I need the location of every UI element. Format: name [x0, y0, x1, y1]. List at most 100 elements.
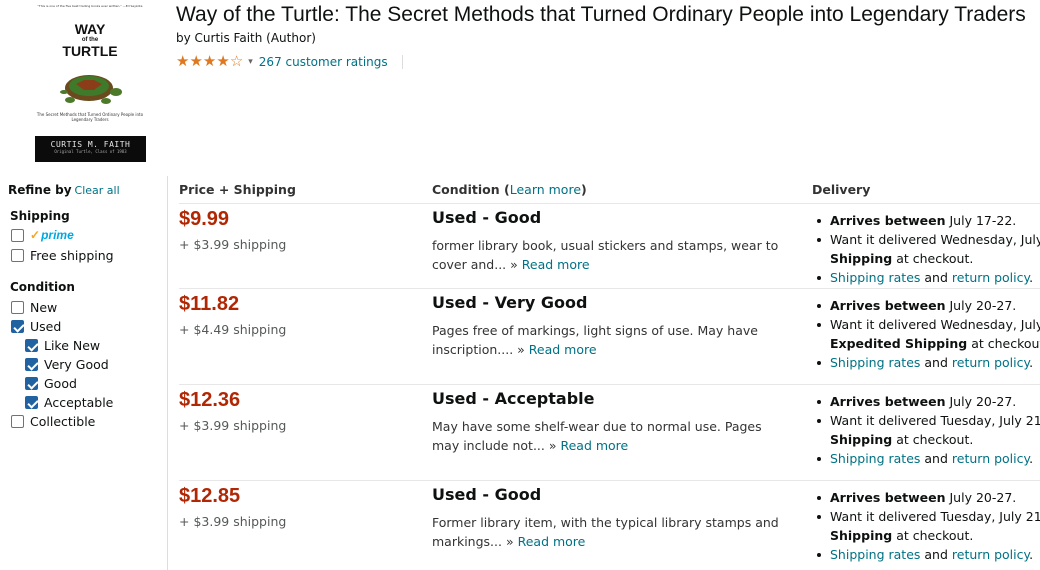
delivery-links: Shipping rates and return policy. [812, 449, 1040, 468]
cover-author-band: CURTIS M. FAITH Original Turtle, Class o… [35, 136, 146, 162]
product-title[interactable]: Way of the Turtle: The Secret Methods th… [176, 3, 1026, 27]
offer-delivery: Arrives between July 20-27. Want it deli… [812, 296, 1040, 372]
clear-all-link[interactable]: Clear all [75, 184, 120, 197]
return-policy-link[interactable]: return policy [952, 547, 1029, 562]
cover-title-line1: WAY [74, 21, 106, 37]
offer-delivery: Arrives between July 20-27. Want it deli… [812, 392, 1040, 468]
prime-filter[interactable]: ✓prime [11, 228, 74, 242]
offer-price: $12.36 [179, 389, 241, 411]
divider [179, 203, 1040, 204]
condition-label: New [30, 300, 58, 315]
condition-label: Like New [44, 338, 101, 353]
read-more-link[interactable]: Read more [518, 534, 586, 549]
shipping-rates-link[interactable]: Shipping rates [830, 451, 920, 466]
delivery-links: Shipping rates and return policy. [812, 353, 1040, 372]
delivery-arrives: Arrives between July 20-27. [812, 392, 1040, 411]
condition-label: Good [44, 376, 77, 391]
rating-row: ★ ★ ★ ★ ☆ ▾ 267 customer ratings [176, 54, 403, 69]
learn-more-link[interactable]: Learn more [510, 182, 581, 197]
offer-condition: Used - Good [432, 208, 542, 227]
star-rating[interactable]: ★ ★ ★ ★ ☆ [176, 54, 243, 69]
delivery-method: Shipping at checkout. [830, 528, 974, 543]
offer-shipping: + $3.99 shipping [179, 418, 287, 433]
condition-checkbox[interactable] [25, 358, 38, 371]
product-author[interactable]: by Curtis Faith (Author) [176, 31, 316, 45]
condition-label: Collectible [30, 414, 96, 429]
cover-subtitle: The Secret Methods that Turned Ordinary … [36, 112, 144, 122]
divider [179, 384, 1040, 385]
delivery-want: Want it delivered Wednesday, July 2 [812, 315, 1040, 334]
offer-description: May have some shelf-wear due to normal u… [432, 419, 762, 453]
delivery-links: Shipping rates and return policy. [812, 545, 1040, 564]
offer-price: $11.82 [179, 293, 240, 315]
free-shipping-checkbox[interactable] [11, 249, 24, 262]
read-more-link[interactable]: Read more [522, 257, 590, 272]
delivery-links: Shipping rates and return policy. [812, 268, 1040, 287]
return-policy-link[interactable]: return policy [952, 270, 1029, 285]
delivery-want: Want it delivered Wednesday, July 2 [812, 230, 1040, 249]
star-full-icon: ★ [176, 52, 190, 70]
delivery-arrives: Arrives between July 20-27. [812, 488, 1040, 507]
turtle-illustration [60, 75, 122, 104]
condition-filter-title: Condition [10, 280, 75, 294]
condition-checkbox[interactable] [11, 320, 24, 333]
customer-ratings-link[interactable]: 267 customer ratings [259, 55, 388, 69]
divider [179, 480, 1040, 481]
condition-filter-collectible[interactable]: Collectible [11, 414, 95, 429]
prime-checkbox[interactable] [11, 228, 24, 242]
condition-checkbox[interactable] [25, 339, 38, 352]
free-shipping-label: Free shipping [30, 248, 114, 263]
column-header-condition: Condition (Learn more) [432, 182, 587, 197]
condition-label: Very Good [44, 357, 109, 372]
condition-checkbox[interactable] [25, 377, 38, 390]
free-shipping-filter[interactable]: Free shipping [11, 248, 114, 263]
shipping-rates-link[interactable]: Shipping rates [830, 270, 920, 285]
condition-label: Used [30, 319, 62, 334]
condition-filter-good[interactable]: Good [25, 376, 77, 391]
offer-condition: Used - Acceptable [432, 389, 595, 408]
offer-description: Former library item, with the typical li… [432, 515, 779, 549]
divider [179, 288, 1040, 289]
book-cover-image[interactable]: "This is one of the five best trading bo… [34, 2, 146, 162]
delivery-method: Shipping at checkout. [830, 432, 974, 447]
condition-filter-like-new[interactable]: Like New [25, 338, 100, 353]
column-header-price: Price + Shipping [179, 182, 296, 197]
shipping-filter-title: Shipping [10, 209, 70, 223]
condition-checkbox[interactable] [11, 415, 24, 428]
check-icon: ✓ [30, 228, 41, 242]
condition-filter-acceptable[interactable]: Acceptable [25, 395, 113, 410]
condition-filter-new[interactable]: New [11, 300, 57, 315]
chevron-down-icon[interactable]: ▾ [248, 57, 253, 67]
condition-filter-very-good[interactable]: Very Good [25, 357, 109, 372]
cover-title-line3: TURTLE [62, 43, 118, 59]
read-more-link[interactable]: Read more [560, 438, 628, 453]
delivery-want: Want it delivered Tuesday, July 21? C [812, 507, 1040, 526]
return-policy-link[interactable]: return policy [952, 355, 1029, 370]
refine-header: Refine by Clear all [8, 183, 120, 197]
column-header-delivery: Delivery [812, 182, 871, 197]
delivery-method: Shipping at checkout. [830, 251, 974, 266]
divider [401, 54, 403, 69]
shipping-rates-link[interactable]: Shipping rates [830, 547, 920, 562]
refine-sidebar: Refine by Clear all Shipping ✓prime Free … [0, 176, 168, 570]
offer-price: $12.85 [179, 485, 241, 507]
condition-label: Acceptable [44, 395, 114, 410]
offer-condition: Used - Very Good [432, 293, 588, 312]
return-policy-link[interactable]: return policy [952, 451, 1029, 466]
delivery-want: Want it delivered Tuesday, July 21? C [812, 411, 1040, 430]
condition-filter-used[interactable]: Used [11, 319, 61, 334]
delivery-arrives: Arrives between July 17-22. [812, 211, 1040, 230]
offer-condition: Used - Good [432, 485, 542, 504]
read-more-link[interactable]: Read more [529, 342, 597, 357]
offer-shipping: + $4.49 shipping [179, 322, 287, 337]
offer-description: former library book, usual stickers and … [432, 238, 779, 272]
condition-checkbox[interactable] [25, 396, 38, 409]
shipping-rates-link[interactable]: Shipping rates [830, 355, 920, 370]
delivery-method: Expedited Shipping at checkout. [830, 336, 1040, 351]
condition-checkbox[interactable] [11, 301, 24, 314]
offer-price: $9.99 [179, 208, 230, 230]
offer-delivery: Arrives between July 17-22. Want it deli… [812, 211, 1040, 287]
offer-shipping: + $3.99 shipping [179, 237, 287, 252]
offer-delivery: Arrives between July 20-27. Want it deli… [812, 488, 1040, 564]
star-full-icon: ★ [189, 52, 203, 70]
